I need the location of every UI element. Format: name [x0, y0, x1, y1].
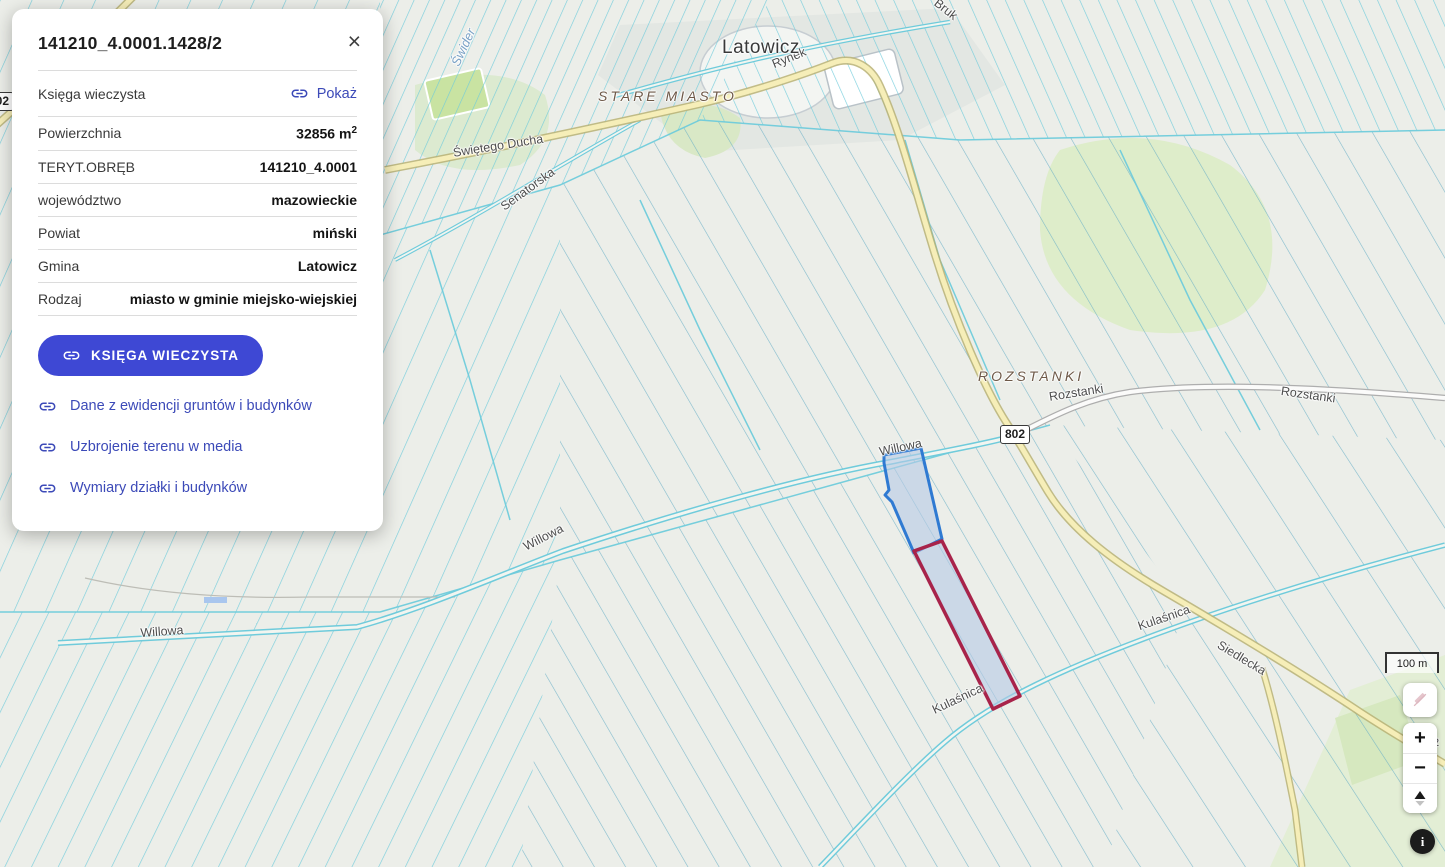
row-value: 32856 m2	[296, 125, 357, 142]
parcel-map-app: Świder Rynek Senatorska Świętego Ducha S…	[0, 0, 1445, 867]
pokaz-link-label: Pokaż	[317, 86, 357, 102]
row-rodzaj: Rodzaj miasto w gminie miejsko-wiejskiej	[38, 283, 357, 316]
link-icon	[290, 84, 309, 103]
link-wymiary-dzialki[interactable]: Wymiary działki i budynków	[38, 468, 357, 509]
zoom-in-button[interactable]: +	[1403, 723, 1437, 753]
link-icon	[38, 397, 57, 416]
row-label: Powiat	[38, 225, 80, 241]
row-label: Rodzaj	[38, 291, 82, 307]
row-value: miasto w gminie miejsko-wiejskiej	[130, 291, 357, 307]
draw-disabled-icon	[1410, 690, 1430, 710]
link-label: Wymiary działki i budynków	[70, 480, 247, 496]
row-label: Księga wieczysta	[38, 86, 145, 102]
close-icon[interactable]: ×	[348, 31, 361, 51]
road-badge-802: 802	[1000, 425, 1030, 444]
zoom-control: + −	[1403, 723, 1437, 813]
row-label: Gmina	[38, 258, 79, 274]
link-icon	[38, 479, 57, 498]
parcel-id-title: 141210_4.0001.1428/2	[38, 33, 222, 54]
link-label: Dane z ewidencji gruntów i budynków	[70, 398, 312, 414]
row-label: TERYT.OBRĘB	[38, 159, 135, 175]
ksiega-wieczysta-button[interactable]: KSIĘGA WIECZYSTA	[38, 335, 263, 376]
zoom-out-button[interactable]: −	[1403, 753, 1437, 783]
link-uzbrojenie-terenu[interactable]: Uzbrojenie terenu w media	[38, 427, 357, 468]
row-wojewodztwo: województwo mazowieckie	[38, 184, 357, 217]
link-icon	[62, 346, 81, 365]
row-powiat: Powiat miński	[38, 217, 357, 250]
link-dane-ewidencja[interactable]: Dane z ewidencji gruntów i budynków	[38, 386, 357, 427]
row-label: Powierzchnia	[38, 125, 121, 141]
row-value: Latowicz	[298, 258, 357, 274]
compass-north-button[interactable]	[1403, 783, 1437, 813]
row-value: mazowieckie	[271, 192, 357, 208]
link-label: Uzbrojenie terenu w media	[70, 439, 242, 455]
row-value: miński	[313, 225, 357, 241]
pokaz-link[interactable]: Pokaż	[290, 84, 357, 103]
row-gmina: Gmina Latowicz	[38, 250, 357, 283]
pond	[204, 597, 227, 603]
row-label: województwo	[38, 192, 121, 208]
row-powierzchnia: Powierzchnia 32856 m2	[38, 117, 357, 151]
parcel-info-panel: 141210_4.0001.1428/2 × Księga wieczysta …	[12, 9, 383, 531]
scale-bar: 100 m	[1385, 652, 1439, 673]
link-icon	[38, 438, 57, 457]
ksiega-wieczysta-button-label: KSIĘGA WIECZYSTA	[91, 348, 239, 363]
row-ksiega-wieczysta: Księga wieczysta Pokaż	[38, 71, 357, 117]
row-teryt-obreb: TERYT.OBRĘB 141210_4.0001	[38, 151, 357, 184]
north-arrow-icon	[1412, 790, 1428, 807]
row-value: 141210_4.0001	[260, 159, 357, 175]
info-button[interactable]: i	[1410, 829, 1435, 854]
measure-tool-button[interactable]	[1403, 683, 1437, 717]
